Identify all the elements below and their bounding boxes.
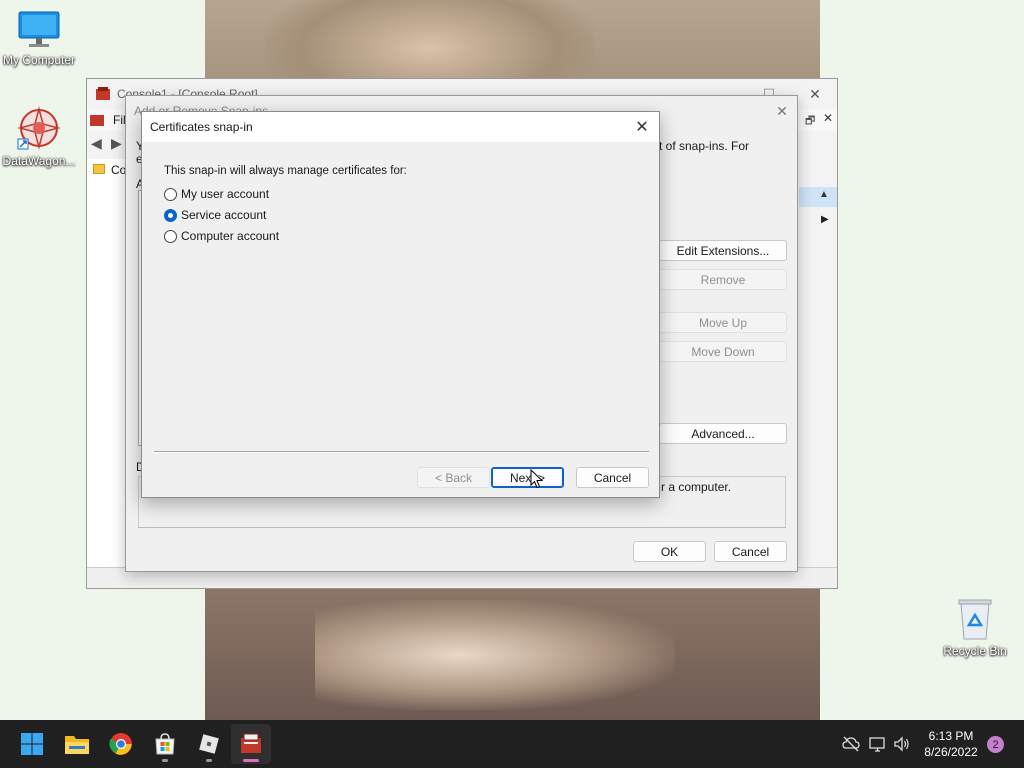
snapins-close-button[interactable]: ✕ [762,96,802,126]
active-indicator [243,759,259,762]
description-text: r a computer. [661,480,732,494]
console-tree-pane: Co [87,159,127,567]
back-arrow-icon[interactable]: ◀ [91,135,102,152]
back-button[interactable]: < Back [417,467,490,488]
windows-start-icon [21,733,43,755]
taskbar-mmc[interactable] [231,724,271,764]
file-explorer-icon [65,736,89,754]
certificates-cancel-button[interactable]: Cancel [576,467,649,488]
folder-icon [93,164,105,174]
move-up-button[interactable]: Move Up [659,312,787,333]
advanced-button[interactable]: Advanced... [659,423,787,444]
desktop-icon-label: DataWagon... [2,154,76,168]
certificates-prompt: This snap-in will always manage certific… [164,165,407,177]
certificates-separator [154,451,649,453]
taskbar: 6:13 PM 8/26/2022 2 [0,720,1024,768]
clock-time: 6:13 PM [928,729,974,743]
forward-arrow-icon[interactable]: ▶ [111,135,122,152]
start-button[interactable] [12,724,52,764]
snapins-intro-right: t of snap-ins. For [659,139,750,153]
volume-icon[interactable] [893,735,911,753]
mmc-icon [241,733,261,753]
desktop-icon-label: My Computer [2,53,76,67]
taskbar-roblox[interactable] [189,724,229,764]
mmc-small-icon [90,115,104,126]
radio-button[interactable] [164,187,177,201]
network-icon[interactable] [869,735,887,753]
certificates-close-button[interactable]: ✕ [624,112,660,142]
cloud-offline-icon[interactable] [842,736,860,752]
actions-header: ▲ [799,187,837,207]
recycle-bin-icon [958,599,992,640]
certificates-dialog: Certificates snap-in ✕ This snap-in will… [141,111,660,498]
remove-button[interactable]: Remove [659,269,787,290]
certificates-title: Certificates snap-in [150,120,253,134]
radio-button[interactable] [164,229,177,243]
desktop-icon-my-computer[interactable]: My Computer [0,10,78,67]
clock[interactable]: 6:13 PM 8/26/2022 [918,728,984,760]
running-indicator [162,759,168,762]
desktop-icon-recycle-bin[interactable]: Recycle Bin [936,597,1014,658]
ok-button[interactable]: OK [633,541,706,562]
store-icon [155,733,175,755]
clock-date: 8/26/2022 [924,745,978,759]
next-button[interactable]: Next > [491,467,564,488]
collapse-up-icon[interactable]: ▲ [819,189,829,200]
desktop-icon-label: Recycle Bin [943,644,1007,658]
notification-badge[interactable]: 2 [987,736,1004,753]
running-indicator [206,759,212,762]
snapins-cancel-button[interactable]: Cancel [714,541,787,562]
chrome-icon [109,733,132,755]
mouse-cursor-icon [530,469,544,489]
radio-my-user-account[interactable]: My user account [164,185,269,203]
close-child-icon[interactable]: ✕ [823,111,833,125]
radio-button-checked[interactable] [164,208,177,222]
separator [138,527,786,528]
taskbar-store[interactable] [145,724,185,764]
desktop-icon-datawagon[interactable]: DataWagon... [0,105,78,168]
radio-label: My user account [181,187,270,201]
mmc-icon [96,87,110,100]
radio-service-account[interactable]: Service account [164,206,266,224]
certificates-titlebar: Certificates snap-in [142,112,659,142]
radio-label: Service account [181,208,267,222]
move-down-button[interactable]: Move Down [659,341,787,362]
taskbar-chrome[interactable] [101,724,141,764]
expand-right-icon[interactable]: ▶ [821,214,829,225]
edit-extensions-button[interactable]: Edit Extensions... [659,240,787,261]
radio-computer-account[interactable]: Computer account [164,227,279,245]
roblox-icon [199,734,219,754]
taskbar-file-explorer[interactable] [57,724,97,764]
monitor-icon [18,11,60,47]
restore-child-icon[interactable]: 🗗 [805,112,815,131]
radio-label: Computer account [181,229,280,243]
datawagon-logo-icon [17,106,61,150]
